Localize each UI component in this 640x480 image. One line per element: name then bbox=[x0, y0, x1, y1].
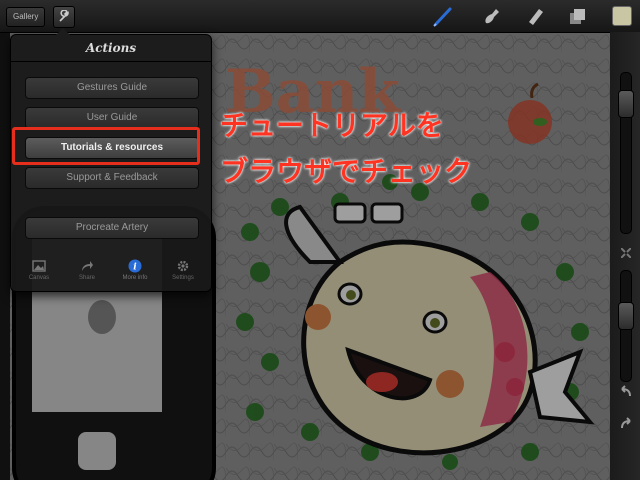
brush-icon[interactable] bbox=[432, 5, 454, 27]
gallery-button[interactable]: Gallery bbox=[6, 7, 46, 27]
gear-icon bbox=[177, 260, 189, 272]
popover-title: Actions bbox=[85, 41, 137, 55]
image-icon bbox=[32, 260, 46, 272]
user-guide-button[interactable]: User Guide bbox=[25, 107, 199, 129]
tab-canvas[interactable]: Canvas bbox=[19, 259, 59, 281]
tutorials-highlight-box bbox=[12, 127, 200, 165]
tab-more-info[interactable]: i More info bbox=[115, 259, 155, 281]
info-icon: i bbox=[128, 259, 142, 273]
tab-settings[interactable]: Settings bbox=[163, 259, 203, 281]
layers-icon[interactable] bbox=[566, 5, 588, 27]
annotation-line-2: ブラウザでチェック bbox=[220, 155, 473, 188]
tab-canvas-label: Canvas bbox=[28, 275, 50, 281]
tab-more-info-label: More info bbox=[122, 275, 148, 281]
share-arrow-icon bbox=[82, 261, 93, 271]
right-sidebar bbox=[610, 32, 640, 480]
eyedropper-square-icon[interactable] bbox=[621, 248, 631, 258]
annotation-line-1: チュートリアルを bbox=[220, 109, 444, 142]
procreate-artery-button[interactable]: Procreate Artery bbox=[25, 217, 199, 239]
undo-icon[interactable] bbox=[618, 384, 634, 400]
actions-button[interactable] bbox=[53, 6, 75, 28]
opacity-knob[interactable] bbox=[618, 302, 634, 330]
gestures-guide-button[interactable]: Gestures Guide bbox=[25, 77, 199, 99]
tab-share-label: Share bbox=[78, 275, 95, 281]
popover-tab-bar: Canvas Share i More info Settings bbox=[11, 253, 211, 291]
procreate-app: Bank Gallery Actions Gestures Guide User… bbox=[0, 0, 640, 480]
top-toolbar: Gallery bbox=[0, 0, 640, 33]
brush-size-knob[interactable] bbox=[618, 90, 634, 118]
popover-arrow bbox=[56, 28, 70, 35]
eraser-icon[interactable] bbox=[524, 5, 546, 27]
tab-share[interactable]: Share bbox=[67, 259, 107, 281]
smudge-icon[interactable] bbox=[480, 5, 502, 27]
color-swatch[interactable] bbox=[612, 6, 632, 26]
divider bbox=[11, 61, 211, 62]
redo-icon[interactable] bbox=[618, 416, 634, 432]
svg-text:i: i bbox=[133, 263, 137, 273]
tab-settings-label: Settings bbox=[172, 275, 194, 281]
wrench-icon bbox=[59, 10, 69, 22]
support-feedback-button[interactable]: Support & Feedback bbox=[25, 167, 199, 189]
